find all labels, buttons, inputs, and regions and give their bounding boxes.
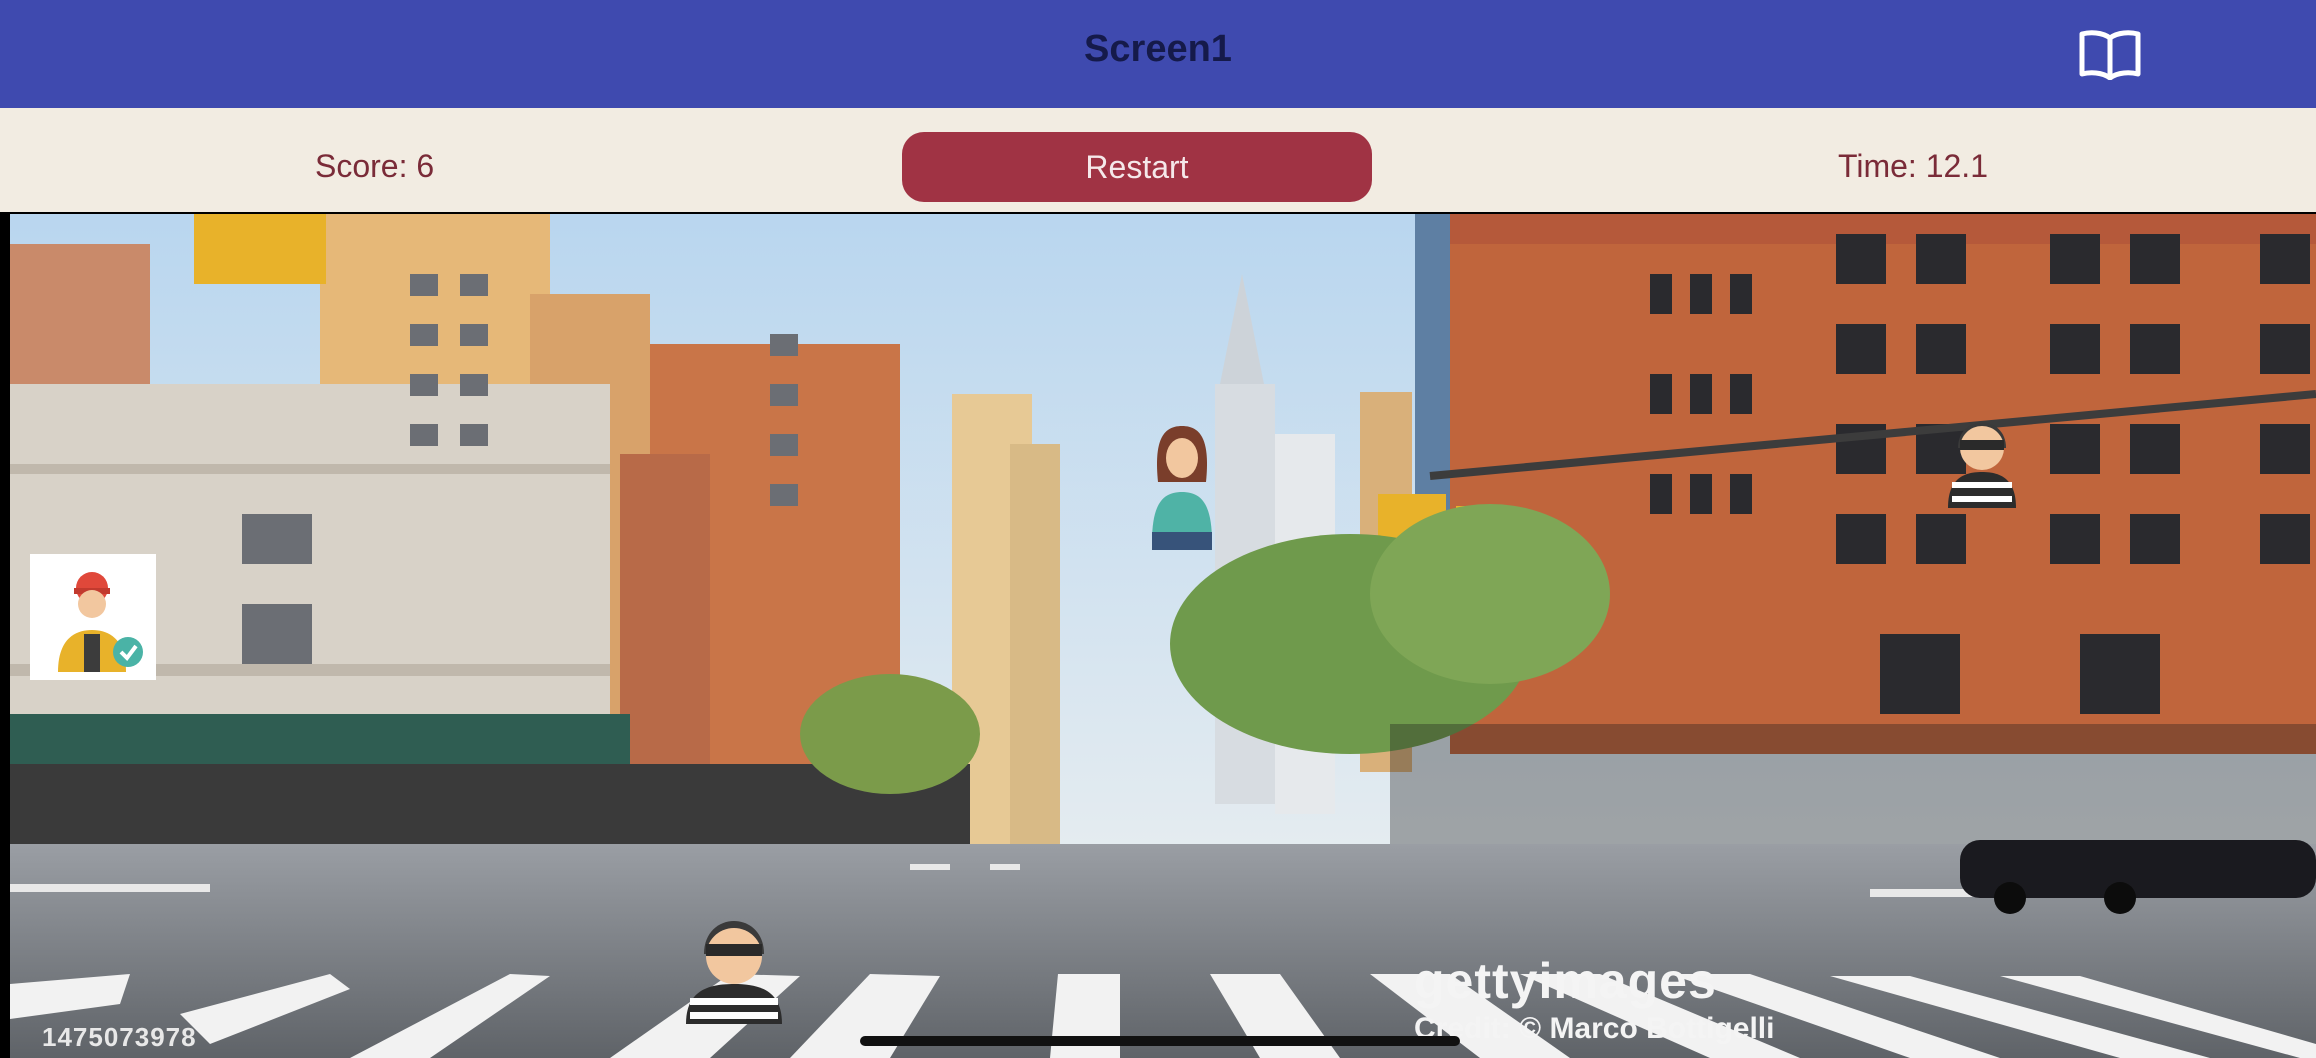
getty-watermark: gettyimages Credit: © Marco Bottigelli [1414,952,1774,1046]
score-label: Score: 6 [315,148,435,184]
photo-id: 1475073978 [42,1022,197,1052]
watermark-brand: gettyimages [1414,953,1717,1009]
home-indicator [860,1036,1460,1046]
watermark-credit: Credit: © Marco Bottigelli [1414,1012,1775,1045]
game-canvas[interactable]: gettyimages Credit: © Marco Bottigelli [10,214,2316,1058]
app-titlebar: Screen1 [0,0,2316,108]
masked-thief-icon[interactable] [1938,404,2026,514]
game-hud: Score: 6 Restart Time: 12.1 [0,108,2316,212]
masked-thief-player-icon[interactable] [678,904,790,1030]
book-icon[interactable] [2078,28,2142,80]
street-scene [10,214,2316,1058]
woman-pedestrian-icon[interactable] [1150,422,1214,550]
screen-title: Screen1 [1084,28,1232,70]
restart-button[interactable]: Restart [902,132,1372,202]
time-label: Time: 12.1 [1838,148,1988,184]
construction-worker-icon[interactable] [30,554,156,680]
